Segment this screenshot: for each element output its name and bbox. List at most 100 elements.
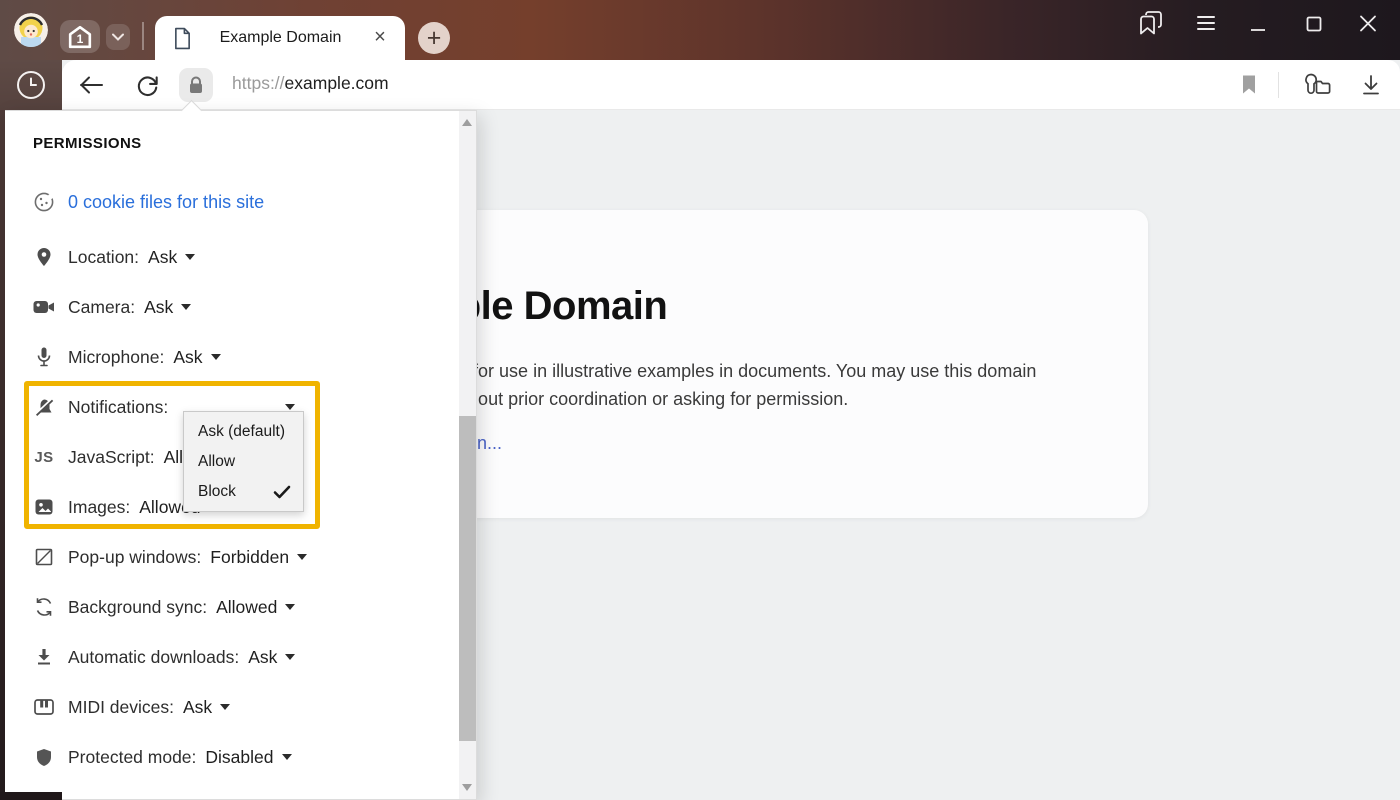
caret-down-icon bbox=[220, 704, 230, 710]
tab-close-button[interactable]: × bbox=[369, 27, 391, 49]
cookies-row: 0 cookie files for this site bbox=[5, 177, 455, 227]
permission-row-microphone[interactable]: Microphone: Ask bbox=[5, 332, 455, 382]
caret-down-icon bbox=[285, 604, 295, 610]
permission-row-automatic-downloads[interactable]: Automatic downloads: Ask bbox=[5, 632, 455, 682]
url-scheme: https:// bbox=[232, 73, 285, 93]
avatar-girl-icon bbox=[14, 13, 48, 47]
permission-row-midi[interactable]: MIDI devices: Ask bbox=[5, 682, 455, 732]
permission-value: Forbidden bbox=[210, 547, 289, 568]
notifications-muted-icon bbox=[33, 398, 55, 416]
history-sidebar-button[interactable] bbox=[0, 60, 62, 110]
menu-button[interactable] bbox=[1196, 15, 1216, 31]
new-tab-button[interactable]: + bbox=[418, 22, 450, 54]
midi-icon bbox=[33, 699, 55, 715]
permission-label: Pop-up windows: bbox=[68, 547, 201, 568]
permission-row-popups[interactable]: Pop-up windows: Forbidden bbox=[5, 532, 455, 582]
caret-down-icon bbox=[282, 754, 292, 760]
maximize-icon bbox=[1305, 13, 1323, 33]
permission-row-location[interactable]: Location: Ask bbox=[5, 232, 455, 282]
caret-down-icon bbox=[181, 304, 191, 310]
permission-value: Ask bbox=[144, 297, 173, 318]
reload-icon bbox=[135, 73, 160, 98]
permission-value: Allowed bbox=[216, 597, 277, 618]
reload-button[interactable] bbox=[135, 73, 160, 98]
chevron-down-icon bbox=[112, 33, 124, 41]
minimize-button[interactable] bbox=[1250, 15, 1266, 35]
back-button[interactable] bbox=[78, 74, 104, 96]
scroll-up-arrow-icon[interactable] bbox=[462, 119, 472, 126]
tab-list-dropdown-button[interactable] bbox=[106, 24, 130, 50]
bookmark-icon bbox=[1241, 74, 1257, 95]
url-host: example.com bbox=[285, 73, 389, 93]
site-permissions-lock-button[interactable] bbox=[179, 68, 213, 102]
collections-button[interactable] bbox=[1136, 9, 1166, 37]
checkmark-icon bbox=[273, 485, 291, 499]
caret-down-icon[interactable] bbox=[285, 404, 295, 410]
tab-counter-button[interactable]: 1 bbox=[60, 20, 100, 53]
back-arrow-icon bbox=[78, 74, 104, 96]
permission-value: Ask bbox=[183, 697, 212, 718]
downloads-button[interactable] bbox=[1361, 74, 1381, 96]
permission-row-camera[interactable]: Camera: Ask bbox=[5, 282, 455, 332]
toolbar: https://example.com bbox=[0, 60, 1400, 110]
tab-example-domain[interactable]: Example Domain × bbox=[155, 16, 405, 60]
notifications-dropdown-menu: Ask (default) Allow Block bbox=[183, 411, 304, 512]
scroll-down-arrow-icon[interactable] bbox=[462, 784, 472, 791]
shield-icon bbox=[33, 748, 55, 767]
permission-value: Disabled bbox=[205, 747, 273, 768]
toolbar-separator bbox=[1278, 72, 1279, 98]
permission-label: Location: bbox=[68, 247, 139, 268]
permission-label: Background sync: bbox=[68, 597, 207, 618]
permission-value: Ask bbox=[248, 647, 277, 668]
tabstrip-separator bbox=[142, 22, 144, 50]
extensions-button[interactable] bbox=[1300, 72, 1332, 99]
tab-shape-icon: 1 bbox=[68, 25, 92, 49]
minimize-icon bbox=[1250, 15, 1266, 35]
document-icon bbox=[173, 27, 192, 50]
permission-label: MIDI devices: bbox=[68, 697, 174, 718]
permissions-panel: PERMISSIONS 0 cookie files for this site bbox=[5, 110, 477, 800]
panel-title: PERMISSIONS bbox=[33, 135, 142, 152]
dropdown-option-block[interactable]: Block bbox=[184, 477, 303, 507]
permission-row-protected-mode[interactable]: Protected mode: Disabled bbox=[5, 732, 455, 782]
permission-label: Microphone: bbox=[68, 347, 164, 368]
permission-label: Images: bbox=[68, 497, 130, 518]
permission-row-background-sync[interactable]: Background sync: Allowed bbox=[5, 582, 455, 632]
download-icon bbox=[1361, 74, 1381, 96]
tab-count-label: 1 bbox=[77, 32, 84, 46]
camera-icon bbox=[33, 300, 55, 314]
close-icon bbox=[1358, 12, 1378, 34]
lock-icon bbox=[187, 75, 205, 95]
permission-label: JavaScript: bbox=[68, 447, 155, 468]
window-bottom-edge bbox=[0, 792, 62, 800]
dropdown-option-label: Block bbox=[198, 483, 236, 500]
panel-scrollbar[interactable] bbox=[459, 111, 476, 799]
window-close-button[interactable] bbox=[1358, 12, 1378, 34]
hamburger-icon bbox=[1196, 15, 1216, 31]
caret-down-icon bbox=[211, 354, 221, 360]
automatic-downloads-icon bbox=[33, 648, 55, 666]
tab-title: Example Domain bbox=[192, 29, 369, 47]
maximize-button[interactable] bbox=[1305, 13, 1323, 33]
clock-icon bbox=[15, 69, 47, 101]
microphone-icon bbox=[33, 347, 55, 367]
permission-label: Protected mode: bbox=[68, 747, 196, 768]
address-bar[interactable]: https://example.com bbox=[232, 73, 389, 94]
permission-value: Ask bbox=[173, 347, 202, 368]
top-chrome-bar: 1 Example Domain × + bbox=[0, 0, 1400, 60]
dropdown-option-allow[interactable]: Allow bbox=[184, 447, 303, 477]
cookie-icon bbox=[33, 191, 55, 213]
cookie-files-link[interactable]: 0 cookie files for this site bbox=[68, 192, 264, 213]
images-icon bbox=[33, 499, 55, 515]
caret-down-icon bbox=[185, 254, 195, 260]
location-icon bbox=[33, 247, 55, 267]
permission-label: Camera: bbox=[68, 297, 135, 318]
dropdown-option-ask-default[interactable]: Ask (default) bbox=[184, 417, 303, 447]
scrollbar-thumb[interactable] bbox=[459, 416, 476, 741]
bookmark-button[interactable] bbox=[1241, 74, 1257, 95]
permission-label: Notifications: bbox=[68, 397, 168, 418]
caret-down-icon bbox=[297, 554, 307, 560]
profile-avatar[interactable] bbox=[14, 13, 48, 47]
collections-icon bbox=[1136, 9, 1166, 37]
caret-down-icon bbox=[285, 654, 295, 660]
